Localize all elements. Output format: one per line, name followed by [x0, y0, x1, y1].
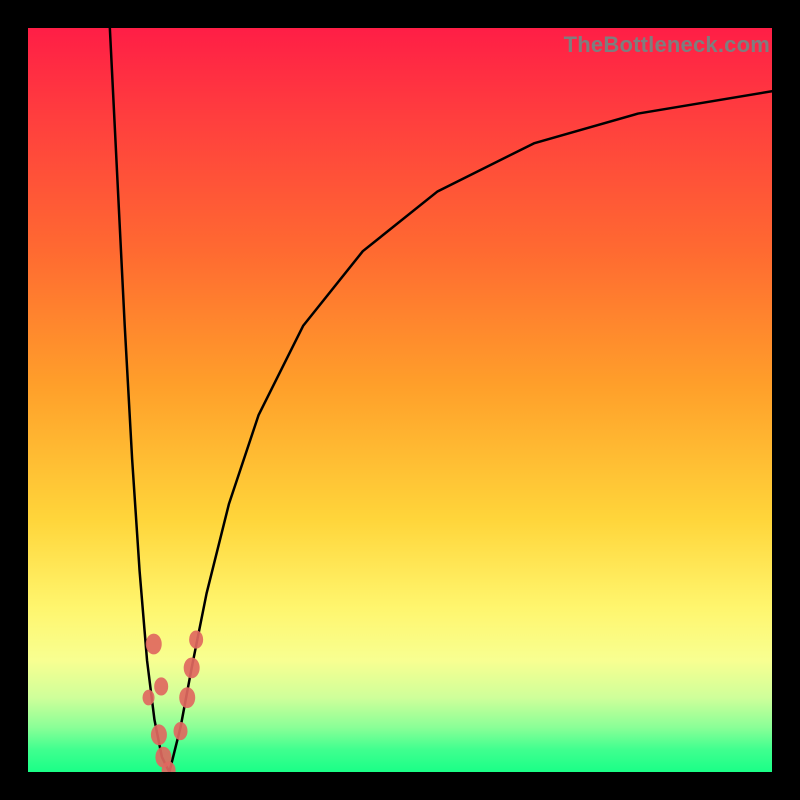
data-marker-1 — [154, 677, 168, 695]
data-marker-2 — [143, 690, 155, 706]
data-marker-9 — [174, 722, 188, 740]
plot-wrapper — [28, 28, 772, 772]
series-curve-right — [169, 91, 772, 772]
data-marker-8 — [189, 630, 203, 648]
data-marker-6 — [179, 687, 195, 708]
watermark-text: TheBottleneck.com — [564, 32, 770, 58]
data-marker-3 — [151, 724, 167, 745]
data-marker-7 — [184, 657, 200, 678]
series-curve-left — [110, 28, 170, 772]
chart-svg — [28, 28, 772, 772]
data-marker-0 — [146, 634, 162, 655]
chart-frame: TheBottleneck.com — [0, 0, 800, 800]
